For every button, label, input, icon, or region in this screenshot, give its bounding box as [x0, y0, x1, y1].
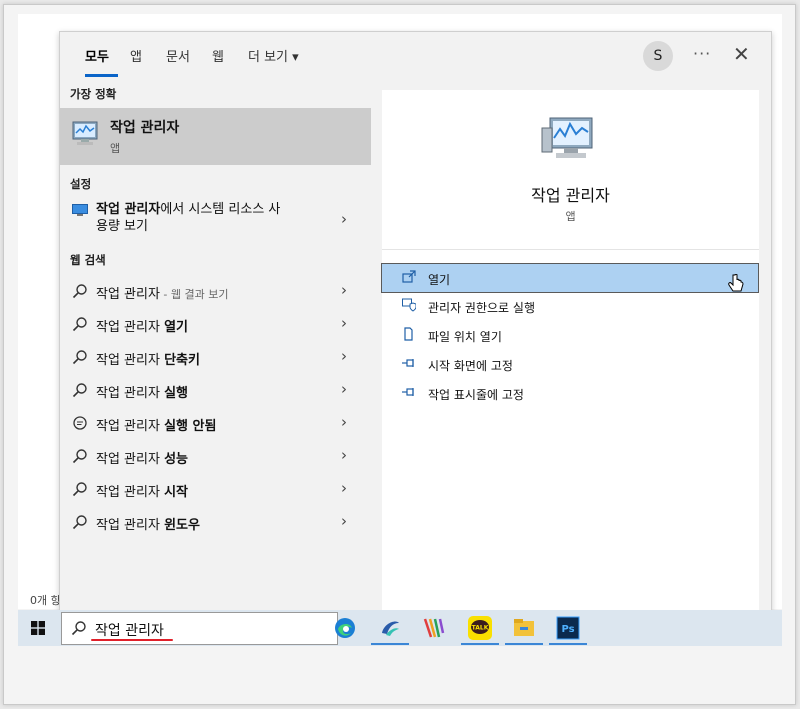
detail-app-name: 작업 관리자 [531, 186, 610, 205]
chevron-right-icon[interactable]: › [341, 446, 347, 464]
web-result-item[interactable]: 작업 관리자 - 웹 결과 보기 › [60, 276, 371, 306]
pin-icon [402, 359, 414, 367]
search-icon [72, 350, 87, 365]
app3-icon[interactable] [421, 615, 447, 641]
active-tab-indicator [85, 74, 118, 77]
svg-text:TALK: TALK [472, 625, 489, 632]
section-settings: 설정 [70, 177, 92, 191]
search-panel: 모두 앱 문서 웹 더 보기 ▾ S ··· ✕ 가장 정확 작업 관리자 앱 … [59, 31, 772, 612]
web-result-item[interactable]: 작업 관리자 성능 › [60, 441, 371, 471]
web-result-item[interactable]: 작업 관리자 열기 › [60, 309, 371, 339]
search-icon [72, 383, 87, 398]
section-web-search: 웹 검색 [70, 253, 106, 267]
tab-all[interactable]: 모두 [85, 46, 109, 65]
divider [382, 249, 759, 250]
bottom-area [18, 646, 782, 672]
search-icon [72, 284, 87, 299]
chevron-right-icon[interactable]: › [341, 512, 347, 530]
photoshop-icon[interactable]: Ps [555, 615, 581, 641]
hand-cursor-icon [728, 274, 744, 292]
settings-item[interactable]: 작업 관리자에서 시스템 리소스 사 용량 보기 › [60, 201, 371, 241]
web-result-item[interactable]: 작업 관리자 실행 › [60, 375, 371, 405]
chat-icon [73, 416, 87, 430]
chevron-right-icon[interactable]: › [341, 380, 347, 398]
svg-text:Ps: Ps [561, 624, 574, 635]
running-indicator [461, 643, 499, 645]
side-label: 0개 항 [30, 594, 61, 607]
taskbar: 작업 관리자 TALK Ps [18, 610, 782, 646]
tab-apps[interactable]: 앱 [130, 46, 142, 65]
app2-icon[interactable] [377, 615, 403, 641]
file-location-icon [404, 327, 413, 341]
edge-icon[interactable] [332, 615, 358, 641]
chevron-right-icon[interactable]: › [341, 281, 347, 299]
tab-web[interactable]: 웹 [212, 46, 224, 65]
running-indicator [549, 643, 587, 645]
avatar[interactable]: S [643, 41, 673, 71]
file-explorer-icon[interactable] [511, 615, 537, 641]
tab-documents[interactable]: 문서 [166, 46, 190, 65]
task-manager-icon [72, 121, 98, 145]
shield-icon [402, 298, 416, 312]
results-list: 가장 정확 작업 관리자 앱 설정 작업 관리자에서 시스템 리소스 사 용량 보… [60, 80, 381, 611]
best-match-item[interactable]: 작업 관리자 앱 [60, 108, 371, 165]
detail-pane: 작업 관리자 앱 열기 관리자 권한으로 실행 파일 위치 열기 시작 화면에 … [381, 90, 759, 611]
detail-app-type: 앱 [565, 210, 576, 223]
running-indicator [371, 643, 409, 645]
task-manager-icon [541, 117, 593, 158]
search-icon [72, 482, 87, 497]
search-icon [72, 449, 87, 464]
chevron-right-icon[interactable]: › [341, 413, 347, 431]
chevron-right-icon[interactable]: › [341, 479, 347, 497]
close-icon[interactable]: ✕ [733, 42, 750, 66]
best-match-title: 작업 관리자 [110, 120, 180, 136]
tab-more[interactable]: 더 보기 ▾ [248, 46, 299, 65]
chevron-right-icon[interactable]: › [341, 347, 347, 365]
tab-bar: 모두 앱 문서 웹 더 보기 ▾ S ··· ✕ [60, 32, 771, 80]
running-indicator [505, 643, 543, 645]
web-result-item[interactable]: 작업 관리자 실행 안됨 › [60, 408, 371, 438]
action-pin-to-start[interactable]: 시작 화면에 고정 [382, 350, 759, 378]
web-result-item[interactable]: 작업 관리자 단축키 › [60, 342, 371, 372]
action-open-file-location[interactable]: 파일 위치 열기 [382, 321, 759, 349]
search-icon [72, 317, 87, 332]
chevron-right-icon[interactable]: › [341, 210, 347, 228]
action-pin-to-taskbar[interactable]: 작업 표시줄에 고정 [382, 379, 759, 407]
search-icon [71, 621, 86, 636]
windows-start-icon[interactable] [31, 621, 45, 635]
open-icon [402, 270, 416, 283]
kakaotalk-icon[interactable]: TALK [467, 615, 493, 641]
pin-icon [402, 388, 414, 396]
more-options-icon[interactable]: ··· [693, 44, 711, 63]
section-best-match: 가장 정확 [70, 87, 117, 101]
taskbar-search-box[interactable]: 작업 관리자 [61, 612, 338, 645]
monitor-icon [72, 204, 88, 216]
search-input[interactable]: 작업 관리자 [95, 620, 164, 640]
action-run-as-admin[interactable]: 관리자 권한으로 실행 [382, 292, 759, 320]
chevron-right-icon[interactable]: › [341, 314, 347, 332]
red-underline-annotation [91, 639, 173, 641]
settings-item-text: 작업 관리자에서 시스템 리소스 사 용량 보기 [96, 202, 281, 234]
action-open[interactable]: 열기 [381, 263, 759, 293]
web-result-item[interactable]: 작업 관리자 윈도우 › [60, 507, 371, 537]
best-match-subtitle: 앱 [110, 142, 121, 155]
search-icon [72, 515, 87, 530]
web-result-item[interactable]: 작업 관리자 시작 › [60, 474, 371, 504]
